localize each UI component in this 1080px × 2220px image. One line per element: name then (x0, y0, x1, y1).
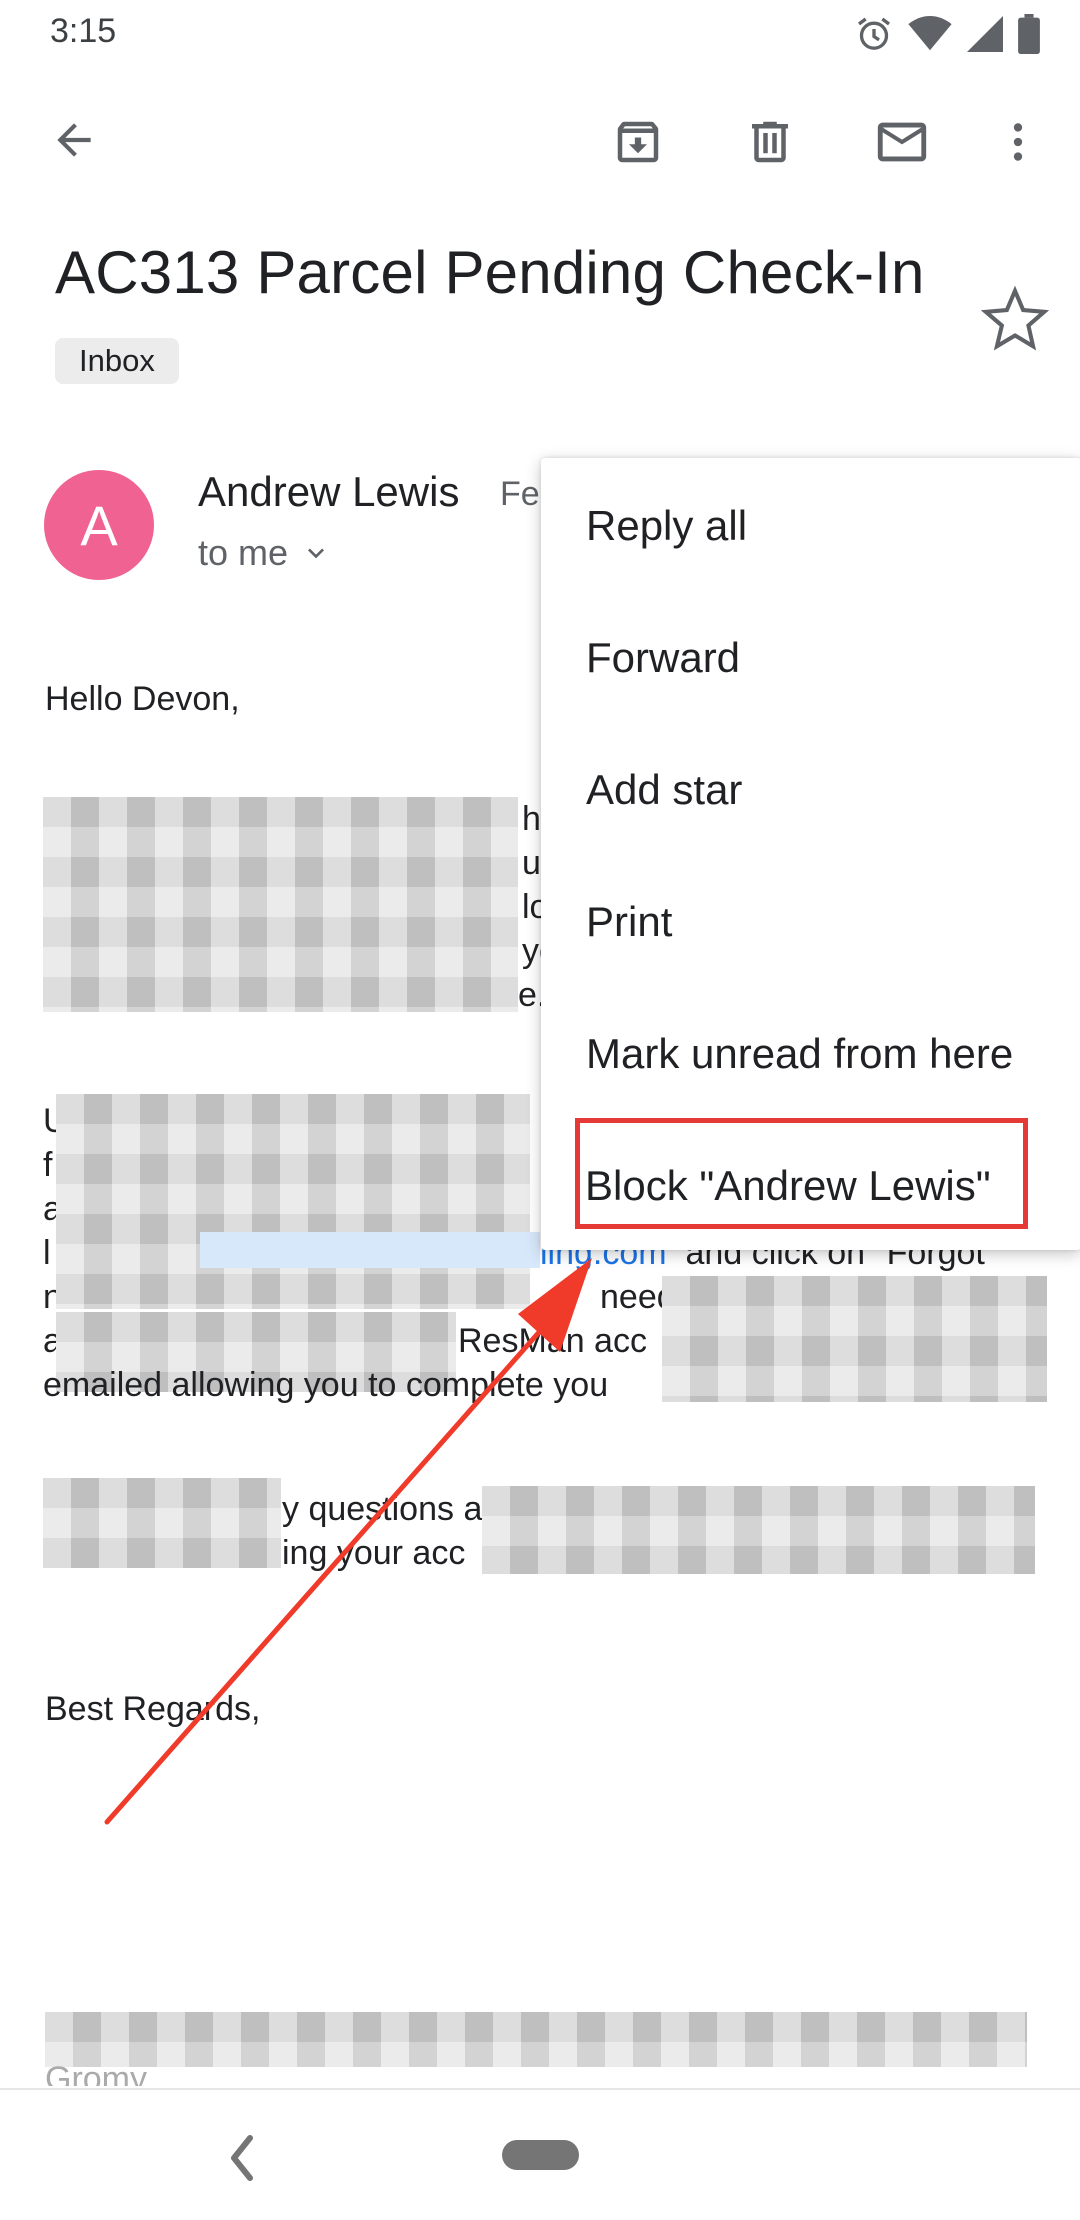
menu-item-mark-unread[interactable]: Mark unread from here (586, 1030, 1013, 1078)
nav-back-button[interactable] (222, 2128, 262, 2188)
menu-item-add-star[interactable]: Add star (586, 766, 742, 814)
menu-item-print[interactable]: Print (586, 898, 672, 946)
nav-home-pill[interactable] (502, 2140, 579, 2170)
nav-divider (0, 2088, 1080, 2090)
nav-back-icon (231, 2135, 253, 2181)
menu-item-reply-all[interactable]: Reply all (586, 502, 747, 550)
menu-item-forward[interactable]: Forward (586, 634, 740, 682)
highlight-box (575, 1118, 1028, 1229)
